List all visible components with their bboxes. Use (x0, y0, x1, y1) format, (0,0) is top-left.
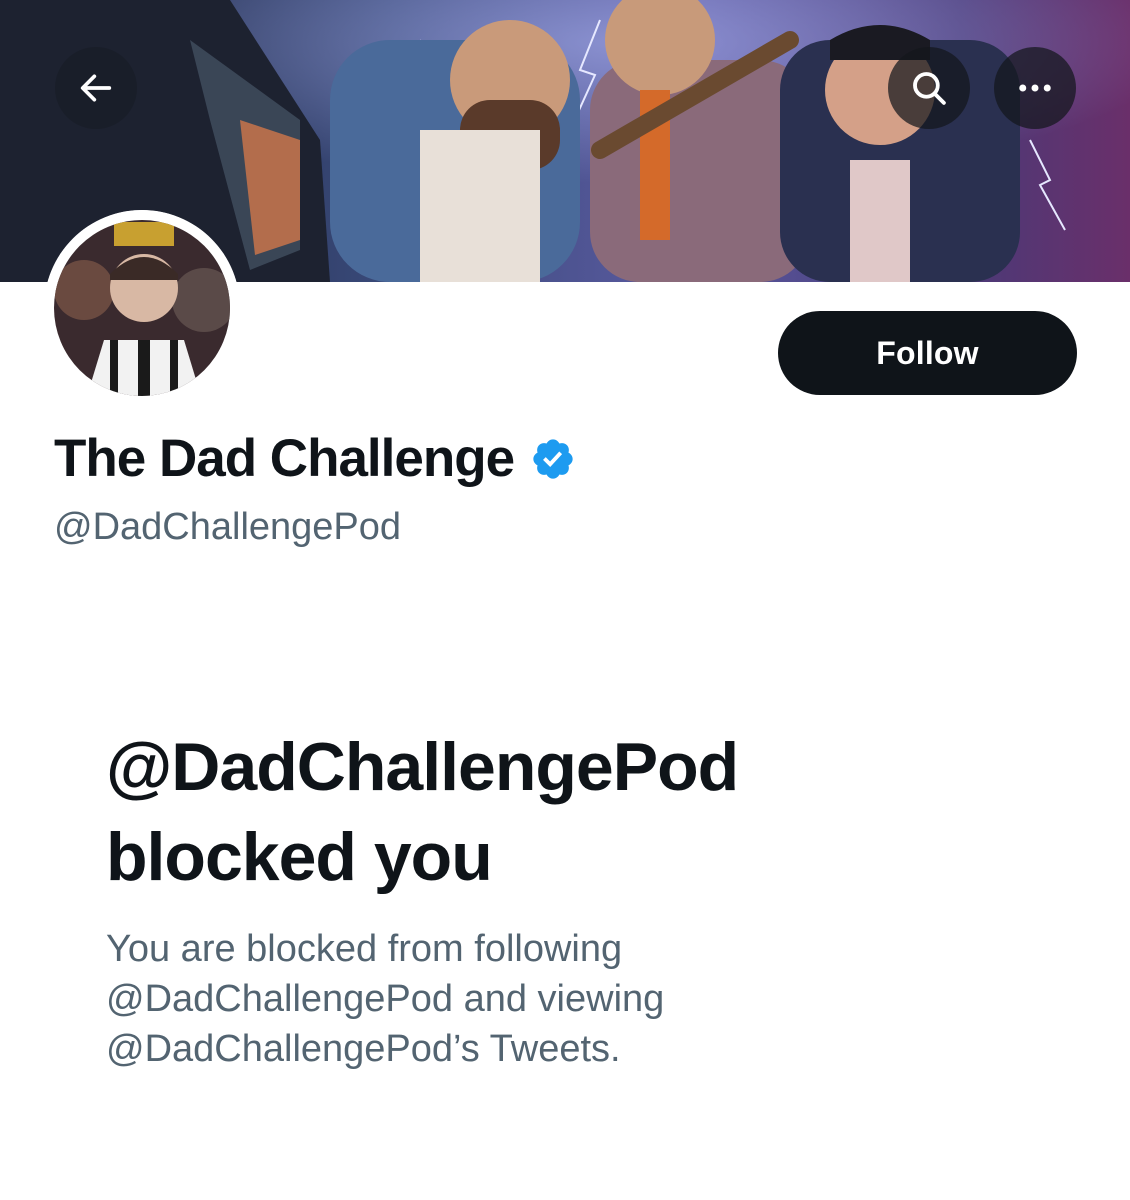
back-button[interactable] (55, 47, 137, 129)
more-horizontal-icon (1019, 84, 1051, 92)
more-options-button[interactable] (994, 47, 1076, 129)
verified-badge-icon (533, 438, 573, 479)
blocked-title-line-2: blocked you (106, 819, 493, 895)
profile-avatar[interactable] (44, 210, 240, 406)
avatar-image (44, 210, 240, 406)
blocked-description: You are blocked from following @DadChall… (106, 924, 1006, 1074)
arrow-left-icon (80, 74, 112, 102)
blocked-desc-line-1: You are blocked from following (106, 928, 623, 970)
follow-button[interactable]: Follow (778, 311, 1077, 395)
blocked-title: @DadChallengePod blocked you (106, 722, 1066, 902)
profile-name-row: The Dad Challenge (54, 428, 576, 489)
blocked-desc-line-3: @DadChallengePod’s Tweets. (106, 1028, 621, 1070)
search-icon (913, 72, 946, 105)
search-button[interactable] (888, 47, 970, 129)
blocked-desc-line-2: @DadChallengePod and viewing (106, 978, 665, 1020)
display-name: The Dad Challenge (54, 429, 515, 488)
profile-handle: @DadChallengePod (54, 506, 402, 548)
blocked-title-line-1: @DadChallengePod (106, 729, 739, 805)
